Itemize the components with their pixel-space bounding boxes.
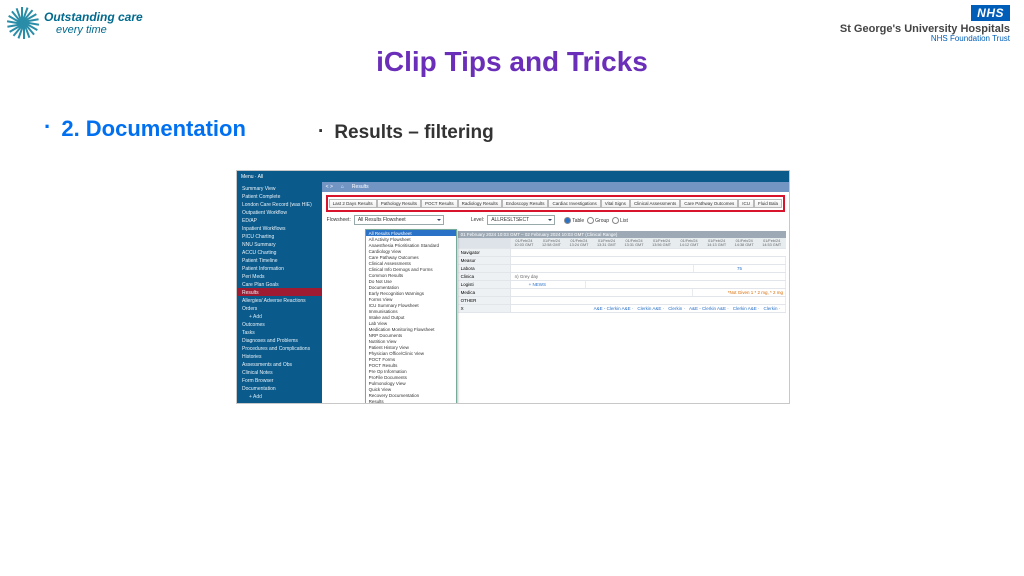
dropdown-option[interactable]: Results	[366, 398, 456, 404]
sidebar-item[interactable]: London Care Record (was HIE)	[237, 200, 322, 208]
grid-col-header: 01/Feb/24 14:53 GMT	[758, 238, 786, 248]
filter-tab-row: Last 2 Days ResultsPathology ResultsPOCT…	[326, 195, 785, 212]
sidebar-add-button[interactable]: + Add	[237, 393, 322, 401]
grid-col-header: 01/Feb/24 12:58 GMT	[538, 238, 566, 248]
sidebar-item[interactable]: Results	[237, 288, 322, 296]
flowsheet-controls: Flowsheet: All Results Flowsheet Level: …	[322, 215, 789, 225]
app-menu-bar[interactable]: Menu · All	[237, 171, 789, 182]
grid-column-headers: 01/Feb/24 10:03 GMT01/Feb/24 12:58 GMT01…	[458, 238, 786, 249]
level-label: Level:	[471, 217, 484, 223]
radio-group[interactable]	[587, 217, 594, 224]
grid-col-header: 01/Feb/24 13:31 GMT	[593, 238, 621, 248]
filter-tab[interactable]: Cardiac Investigations	[548, 199, 600, 208]
menu-label: Menu · All	[241, 174, 263, 180]
sidebar-item[interactable]: Allergies/ Adverse Reactions	[237, 296, 322, 304]
legend-link[interactable]: Clerkin ·	[763, 306, 780, 311]
sidebar-item[interactable]: Documentation	[237, 385, 322, 393]
filter-tab[interactable]: POCT Results	[421, 199, 458, 208]
sidebar-add-button[interactable]: + Add	[237, 313, 322, 321]
sidebar-item[interactable]: Tasks	[237, 329, 322, 337]
legend-link[interactable]: A&E - Clerkin A&E ·	[689, 306, 729, 311]
breadcrumb-current: Results	[352, 184, 369, 190]
filter-tab[interactable]: Pathology Results	[377, 199, 421, 208]
sidebar-item[interactable]: Form Browser	[237, 377, 322, 385]
radio-table[interactable]	[564, 217, 571, 224]
filter-tab[interactable]: Vital Signs	[601, 199, 630, 208]
trust-subtext: NHS Foundation Trust	[840, 34, 1010, 43]
filter-tab[interactable]: Care Pathway Outcomes	[680, 199, 738, 208]
sidebar-item[interactable]: Histories	[237, 353, 322, 361]
sidebar-item[interactable]: NNU Summary	[237, 240, 322, 248]
slide-title: iClip Tips and Tricks	[0, 46, 1024, 78]
brand-tagline-1: Outstanding care	[44, 10, 143, 24]
results-grid: 01 February 2024 10:03 GMT – 02 February…	[458, 231, 786, 313]
sidebar-item[interactable]: Patient Information	[237, 264, 322, 272]
grid-col-header: 01/Feb/24 13:56 GMT	[648, 238, 676, 248]
grid-date-header: 01 February 2024 10:03 GMT – 02 February…	[458, 231, 786, 238]
main-panel: < > ⌂ Results Last 2 Days ResultsPatholo…	[322, 182, 789, 403]
grid-col-header: 01/Feb/24 13:24 GMT	[566, 238, 594, 248]
filter-tab[interactable]: Radiology Results	[458, 199, 502, 208]
sidebar-item[interactable]: Outpatient Workflow	[237, 208, 322, 216]
bullet-dot-icon: ·	[44, 116, 51, 138]
grid-col-header: 01/Feb/24 10:03 GMT	[511, 238, 539, 248]
grid-col-header: 01/Feb/24 14:12 GMT	[676, 238, 704, 248]
bullet-dot-icon: ·	[318, 122, 324, 141]
brand-logo-left: Outstanding care every time	[6, 6, 143, 40]
filter-tab[interactable]: ICU	[738, 199, 754, 208]
grid-legend: A&E - Clerkin A&E · Clerkin A&E · Clerki…	[594, 306, 783, 311]
brand-tagline-2: every time	[56, 24, 143, 36]
app-screenshot: Menu · All Summary ViewPatient CompleteL…	[236, 170, 790, 404]
news-expand[interactable]: + NEWS	[511, 281, 587, 288]
sidebar-item[interactable]: Assessments and Obs	[237, 361, 322, 369]
nav-sidebar: Summary ViewPatient CompleteLondon Care …	[237, 182, 322, 403]
legend-link[interactable]: Clerkin A&E ·	[637, 306, 664, 311]
sidebar-item[interactable]: Procedures and Complications	[237, 345, 322, 353]
brand-logo-right: NHS St George's University Hospitals NHS…	[840, 4, 1010, 43]
flowsheet-dropdown-popup[interactable]: All Results FlowsheetAll Activity Flowsh…	[365, 229, 457, 404]
radio-list[interactable]	[612, 217, 619, 224]
section-bullet: · 2. Documentation	[44, 116, 246, 142]
sidebar-item[interactable]: Patient Complete	[237, 192, 322, 200]
grid-col-header: 01/Feb/24 14:38 GMT	[731, 238, 759, 248]
flowsheet-label: Flowsheet:	[327, 217, 351, 223]
greyday-label: n) Grey day	[511, 273, 786, 280]
breadcrumb: < > ⌂ Results	[322, 182, 789, 192]
not-given-note: *Not Given 1 * 2 mg, * 2 mg	[693, 289, 786, 296]
level-select[interactable]: ALLRESLTSECT	[487, 215, 555, 225]
sidebar-item[interactable]: Summary View	[237, 184, 322, 192]
filter-tab[interactable]: Endoscopy Results	[502, 199, 549, 208]
topic-label: Results – filtering	[334, 122, 493, 144]
filter-tab[interactable]: Last 2 Days Results	[329, 199, 377, 208]
sidebar-item[interactable]: Patient Timeline	[237, 256, 322, 264]
sidebar-item[interactable]: Outcomes	[237, 321, 322, 329]
legend-link[interactable]: A&E - Clerkin A&E ·	[594, 306, 634, 311]
sidebar-item[interactable]: PICU Charting	[237, 232, 322, 240]
sidebar-item[interactable]: Orders	[237, 304, 322, 312]
sidebar-item[interactable]: Diagnoses and Problems	[237, 337, 322, 345]
filter-tab[interactable]: Fluid Bala	[754, 199, 782, 208]
grid-col-header: 01/Feb/24 14:13 GMT	[703, 238, 731, 248]
sidebar-item[interactable]: Clinical Notes	[237, 369, 322, 377]
burst-icon	[6, 6, 40, 40]
flowsheet-select[interactable]: All Results Flowsheet	[354, 215, 444, 225]
grid-col-header: 01/Feb/24 13:31 GMT	[621, 238, 649, 248]
legend-link[interactable]: Clerkin A&E ·	[733, 306, 760, 311]
nav-back-icon[interactable]: < >	[326, 184, 333, 190]
grid-value[interactable]: 75	[694, 265, 786, 272]
sidebar-item[interactable]: ACCU Charting	[237, 248, 322, 256]
filter-tab[interactable]: Clinical Assessments	[630, 199, 680, 208]
topic-bullet: · Results – filtering	[318, 122, 494, 144]
sidebar-item[interactable]: Inpatient Workflows	[237, 224, 322, 232]
legend-link[interactable]: Clerkin ·	[668, 306, 685, 311]
section-label: 2. Documentation	[61, 116, 246, 142]
sidebar-item[interactable]: ED/AP	[237, 216, 322, 224]
home-icon[interactable]: ⌂	[341, 184, 344, 190]
sidebar-item[interactable]: Peri Meds	[237, 272, 322, 280]
nhs-badge-icon: NHS	[971, 5, 1010, 21]
sidebar-item[interactable]: Care Plan Goals	[237, 280, 322, 288]
